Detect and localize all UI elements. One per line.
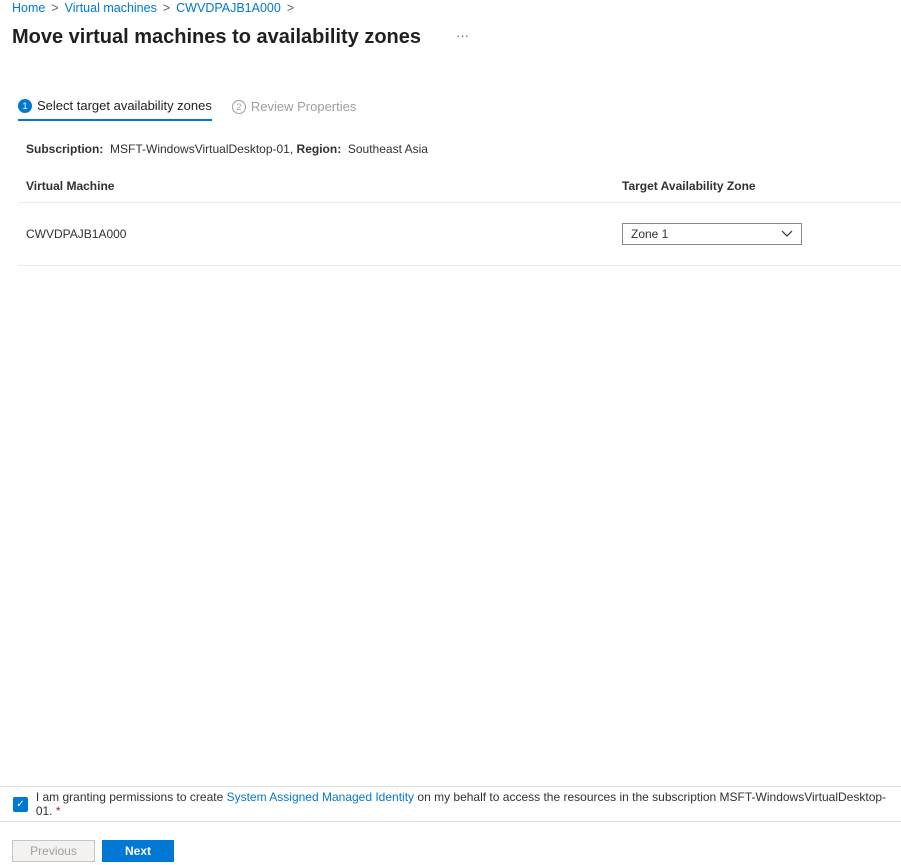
previous-button[interactable]: Previous xyxy=(12,840,95,862)
page-title: Move virtual machines to availability zo… xyxy=(12,26,422,48)
breadcrumb-virtual-machines[interactable]: Virtual machines xyxy=(65,1,157,15)
chevron-down-icon xyxy=(781,230,793,237)
table-row: CWVDPAJB1A000 Zone 1 xyxy=(18,203,901,266)
breadcrumb-home[interactable]: Home xyxy=(12,1,45,15)
consent-checkbox[interactable]: ✓ xyxy=(13,796,28,812)
region-label: Region: xyxy=(296,142,342,156)
consent-pre: I am granting permissions to create xyxy=(35,790,224,804)
vm-name: CWVDPAJB1A000 xyxy=(26,227,127,241)
column-header-vm: Virtual Machine xyxy=(26,179,115,193)
required-marker: * xyxy=(55,804,61,818)
step-label: Select target availability zones xyxy=(37,98,212,113)
subscription-info: Subscription: MSFT-WindowsVirtualDesktop… xyxy=(26,142,428,156)
tab-review-properties[interactable]: 2 Review Properties xyxy=(231,98,357,121)
breadcrumb-vm[interactable]: CWVDPAJB1A000 xyxy=(176,1,281,15)
tab-select-zones[interactable]: 1 Select target availability zones xyxy=(18,98,212,121)
step-label: Review Properties xyxy=(250,99,357,114)
chevron-right-icon: > xyxy=(51,1,59,15)
consent-row: ✓ I am granting permissions to create Sy… xyxy=(0,786,901,822)
step-number-icon: 1 xyxy=(18,98,32,113)
zone-dropdown[interactable]: Zone 1 xyxy=(622,223,802,245)
chevron-right-icon: > xyxy=(286,1,295,15)
step-number-icon: 2 xyxy=(231,99,246,114)
next-button[interactable]: Next xyxy=(102,840,174,862)
chevron-right-icon: > xyxy=(162,1,171,15)
breadcrumb: Home > Virtual machines > CWVDPAJB1A000 > xyxy=(12,1,294,15)
wizard-steps: 1 Select target availability zones 2 Revie… xyxy=(18,98,356,121)
column-header-zone: Target Availability Zone xyxy=(622,179,756,193)
subscription-label: Subscription: xyxy=(26,142,104,156)
more-options-icon[interactable]: ··· xyxy=(456,28,469,43)
managed-identity-link[interactable]: System Assigned Managed Identity xyxy=(227,790,414,804)
zone-selected-value: Zone 1 xyxy=(631,227,669,241)
consent-text: I am granting permissions to create Syst… xyxy=(36,790,901,818)
region-value: Southeast Asia xyxy=(347,142,428,156)
table-header: Virtual Machine Target Availability Zone xyxy=(18,170,901,203)
vm-table: Virtual Machine Target Availability Zone… xyxy=(18,170,901,266)
subscription-value: MSFT-WindowsVirtualDesktop-01, xyxy=(110,142,294,156)
